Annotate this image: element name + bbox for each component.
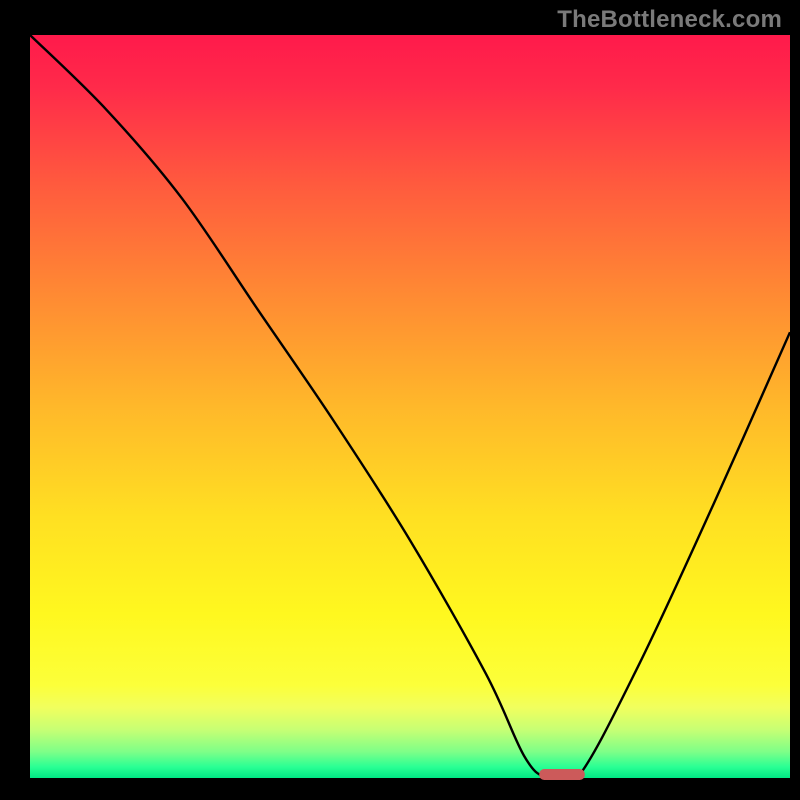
plot-background [30, 35, 790, 778]
chart-frame: TheBottleneck.com [0, 0, 800, 800]
optimum-marker [539, 769, 585, 780]
bottleneck-chart [0, 0, 800, 800]
